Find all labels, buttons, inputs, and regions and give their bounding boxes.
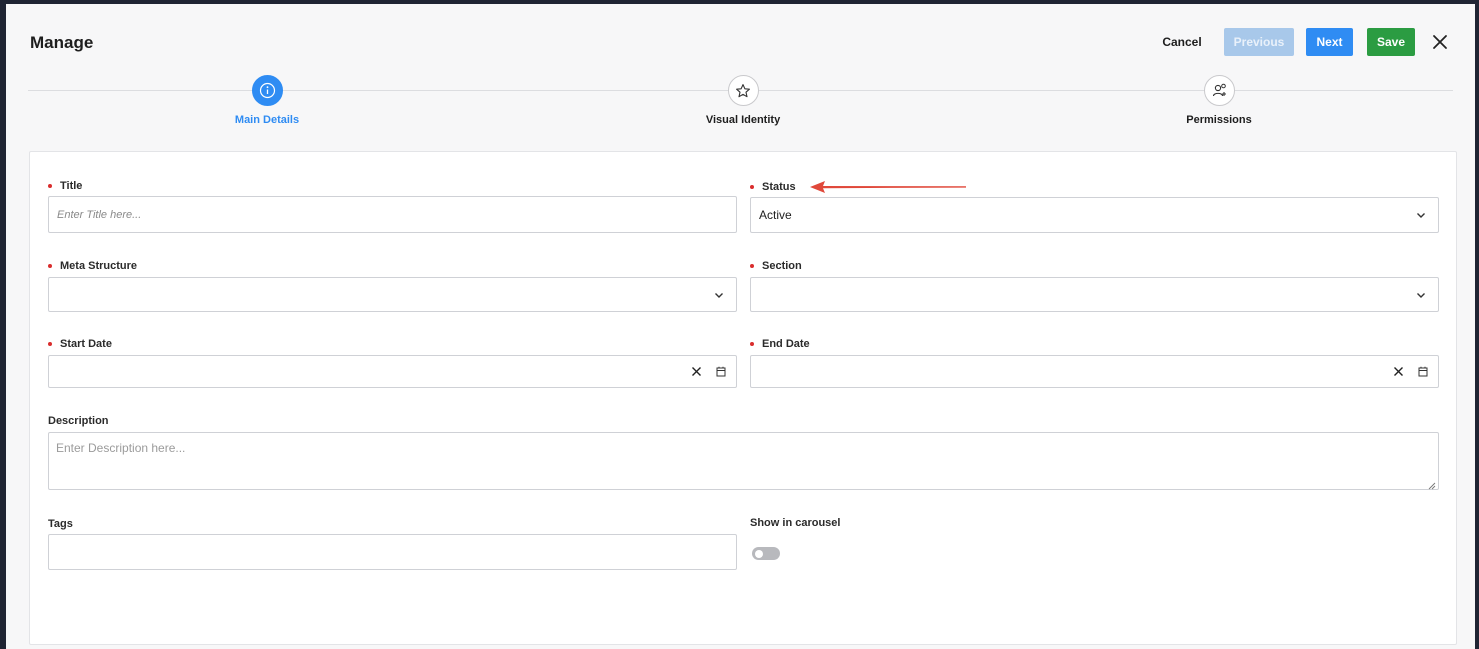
star-icon <box>727 75 759 106</box>
resize-handle-icon[interactable] <box>1428 479 1436 490</box>
description-label-text: Description <box>48 415 109 427</box>
title-input[interactable]: Enter Title here... <box>48 196 737 233</box>
dialog-header: Manage Cancel Previous Next Save <box>6 4 1475 78</box>
calendar-icon[interactable] <box>1418 366 1428 380</box>
required-indicator <box>48 264 52 268</box>
start-date-input[interactable] <box>48 355 737 388</box>
meta-structure-label-text: Meta Structure <box>60 260 138 272</box>
required-indicator <box>48 342 52 346</box>
step-label: Visual Identity <box>705 114 781 126</box>
meta-structure-label: Meta Structure <box>48 260 137 272</box>
start-date-label-text: Start Date <box>60 338 112 350</box>
title-label-text: Title <box>60 180 83 192</box>
status-label: Status <box>750 181 796 193</box>
step-label: Main Details <box>234 114 300 126</box>
chevron-down-icon <box>1416 289 1426 299</box>
chevron-down-icon <box>714 289 724 299</box>
tags-label-text: Tags <box>48 518 73 530</box>
clear-icon[interactable] <box>691 366 702 380</box>
status-select[interactable]: Active <box>750 197 1439 233</box>
clear-icon[interactable] <box>1393 366 1404 380</box>
meta-structure-select[interactable] <box>48 277 737 312</box>
background-app-edge <box>1475 0 1479 649</box>
info-icon <box>251 75 283 106</box>
description-placeholder: Enter Description here... <box>56 441 186 455</box>
manage-dialog: Manage Cancel Previous Next Save Main De… <box>6 4 1475 649</box>
end-date-input[interactable] <box>750 355 1439 388</box>
description-label: Description <box>48 415 109 427</box>
chevron-down-icon <box>1416 209 1426 219</box>
tags-label: Tags <box>48 518 73 530</box>
section-select[interactable] <box>750 277 1439 312</box>
show-in-carousel-label: Show in carousel <box>750 517 840 529</box>
description-textarea[interactable]: Enter Description here... <box>48 432 1439 490</box>
step-main-details[interactable]: Main Details <box>187 75 347 126</box>
show-in-carousel-toggle[interactable] <box>752 547 780 560</box>
step-label: Permissions <box>1186 114 1252 126</box>
step-visual-identity[interactable]: Visual Identity <box>663 75 823 126</box>
close-icon[interactable] <box>1430 32 1450 52</box>
status-label-text: Status <box>762 181 796 193</box>
end-date-label-text: End Date <box>762 338 810 350</box>
step-permissions[interactable]: Permissions <box>1139 75 1299 126</box>
required-indicator <box>750 264 754 268</box>
section-label-text: Section <box>762 260 802 272</box>
required-indicator <box>750 342 754 346</box>
form-panel: Title Enter Title here... Status Active … <box>29 151 1457 645</box>
title-placeholder: Enter Title here... <box>57 208 142 221</box>
calendar-icon[interactable] <box>716 366 726 380</box>
annotation-arrow-icon <box>810 181 966 193</box>
next-button[interactable]: Next <box>1306 28 1353 56</box>
required-indicator <box>48 184 52 188</box>
title-label: Title <box>48 180 82 192</box>
section-label: Section <box>750 260 802 272</box>
required-indicator <box>750 185 754 189</box>
previous-button[interactable]: Previous <box>1224 28 1294 56</box>
start-date-label: Start Date <box>48 338 112 350</box>
dialog-title: Manage <box>30 33 94 52</box>
show-in-carousel-label-text: Show in carousel <box>750 517 841 529</box>
cancel-button[interactable]: Cancel <box>1154 28 1210 56</box>
save-button[interactable]: Save <box>1367 28 1415 56</box>
user-permissions-icon <box>1203 75 1235 106</box>
status-value: Active <box>759 208 792 222</box>
end-date-label: End Date <box>750 338 810 350</box>
tags-input[interactable] <box>48 534 737 570</box>
